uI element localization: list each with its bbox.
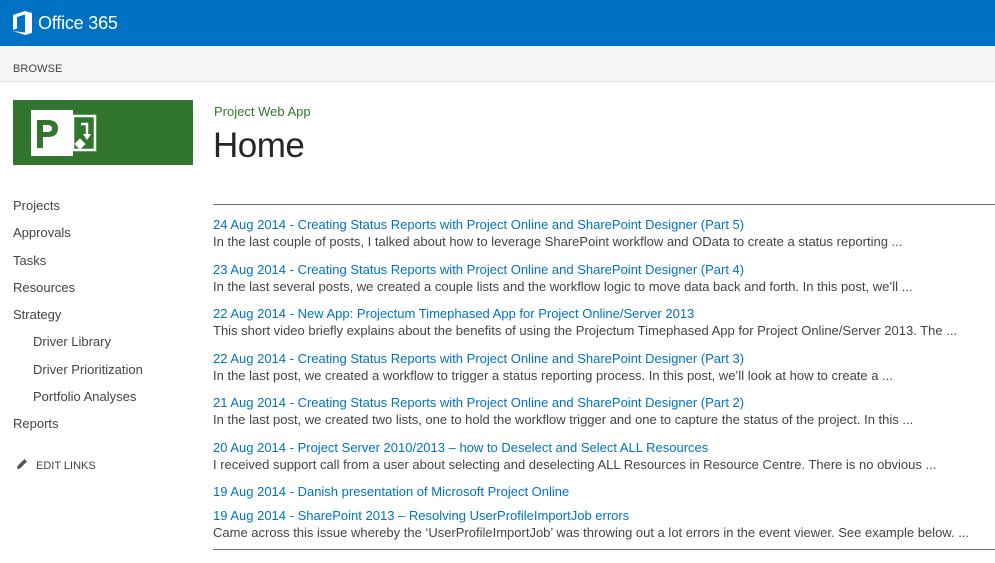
- feed-item-title[interactable]: 21 Aug 2014 - Creating Status Reports wi…: [213, 395, 995, 411]
- nav-strategy[interactable]: Strategy: [13, 307, 198, 334]
- nav-resources[interactable]: Resources: [13, 280, 198, 307]
- feed-item-title[interactable]: 22 Aug 2014 - New App: Projectum Timepha…: [213, 306, 995, 322]
- feed-item-title[interactable]: 24 Aug 2014 - Creating Status Reports wi…: [213, 217, 995, 233]
- feed-item: 24 Aug 2014 - Creating Status Reports wi…: [213, 217, 995, 262]
- feed-item-title[interactable]: 23 Aug 2014 - Creating Status Reports wi…: [213, 262, 995, 278]
- feed-item-excerpt: This short video briefly explains about …: [213, 323, 958, 338]
- site-title[interactable]: Project Web App: [214, 104, 311, 119]
- feed-item-excerpt: I received support call from a user abou…: [213, 456, 937, 472]
- content-divider: [213, 204, 995, 205]
- feed-item-excerpt: In the last several posts, we created a …: [213, 278, 913, 294]
- feed-item-excerpt: In the last post, we created two lists, …: [213, 412, 914, 427]
- project-logo-icon: [31, 110, 97, 156]
- nav-tasks[interactable]: Tasks: [13, 253, 198, 280]
- office-icon: [13, 11, 32, 35]
- feed-bottom-divider: [213, 549, 995, 550]
- feed-item-title[interactable]: 22 Aug 2014 - Creating Status Reports wi…: [213, 351, 995, 367]
- edit-links-button[interactable]: EDIT LINKS: [16, 458, 96, 473]
- nav-approvals[interactable]: Approvals: [13, 225, 198, 252]
- feed-item-title[interactable]: 19 Aug 2014 - SharePoint 2013 – Resolvin…: [213, 508, 995, 524]
- feed-item: 20 Aug 2014 - Project Server 2010/2013 –…: [213, 440, 995, 485]
- nav-reports[interactable]: Reports: [13, 416, 198, 443]
- feed-item-title[interactable]: 20 Aug 2014 - Project Server 2010/2013 –…: [213, 440, 995, 456]
- feed-item-excerpt: In the last post, we created a workflow …: [213, 367, 893, 383]
- feed-item: 22 Aug 2014 - New App: Projectum Timepha…: [213, 306, 995, 351]
- feed-item: 21 Aug 2014 - Creating Status Reports wi…: [213, 395, 995, 440]
- nav-driver-library[interactable]: Driver Library: [13, 334, 198, 361]
- ribbon: BROWSE: [0, 46, 995, 82]
- feed-item: 23 Aug 2014 - Creating Status Reports wi…: [213, 262, 995, 307]
- feed-item: 22 Aug 2014 - Creating Status Reports wi…: [213, 351, 995, 396]
- feed-item-excerpt: Came across this issue whereby the ‘User…: [213, 525, 970, 540]
- quick-launch: Projects Approvals Tasks Resources Strat…: [13, 198, 198, 444]
- site-logo[interactable]: [13, 100, 193, 165]
- edit-links-label: EDIT LINKS: [36, 459, 96, 472]
- pencil-icon: [16, 458, 36, 473]
- office365-logo[interactable]: Office 365: [13, 10, 118, 36]
- blog-feed: 24 Aug 2014 - Creating Status Reports wi…: [213, 217, 995, 553]
- tab-browse[interactable]: BROWSE: [13, 63, 63, 75]
- page-title: Home: [213, 126, 305, 165]
- feed-item: 19 Aug 2014 - SharePoint 2013 – Resolvin…: [213, 508, 995, 553]
- feed-item: 19 Aug 2014 - Danish presentation of Mic…: [213, 484, 995, 508]
- nav-projects[interactable]: Projects: [13, 198, 198, 225]
- nav-portfolio-analyses[interactable]: Portfolio Analyses: [13, 389, 198, 416]
- feed-item-excerpt: In the last couple of posts, I talked ab…: [213, 234, 903, 249]
- feed-item-title[interactable]: 19 Aug 2014 - Danish presentation of Mic…: [213, 484, 995, 500]
- nav-driver-prioritization[interactable]: Driver Prioritization: [13, 362, 198, 389]
- suite-brand: Office 365: [38, 12, 118, 33]
- suite-bar: Office 365: [0, 0, 995, 46]
